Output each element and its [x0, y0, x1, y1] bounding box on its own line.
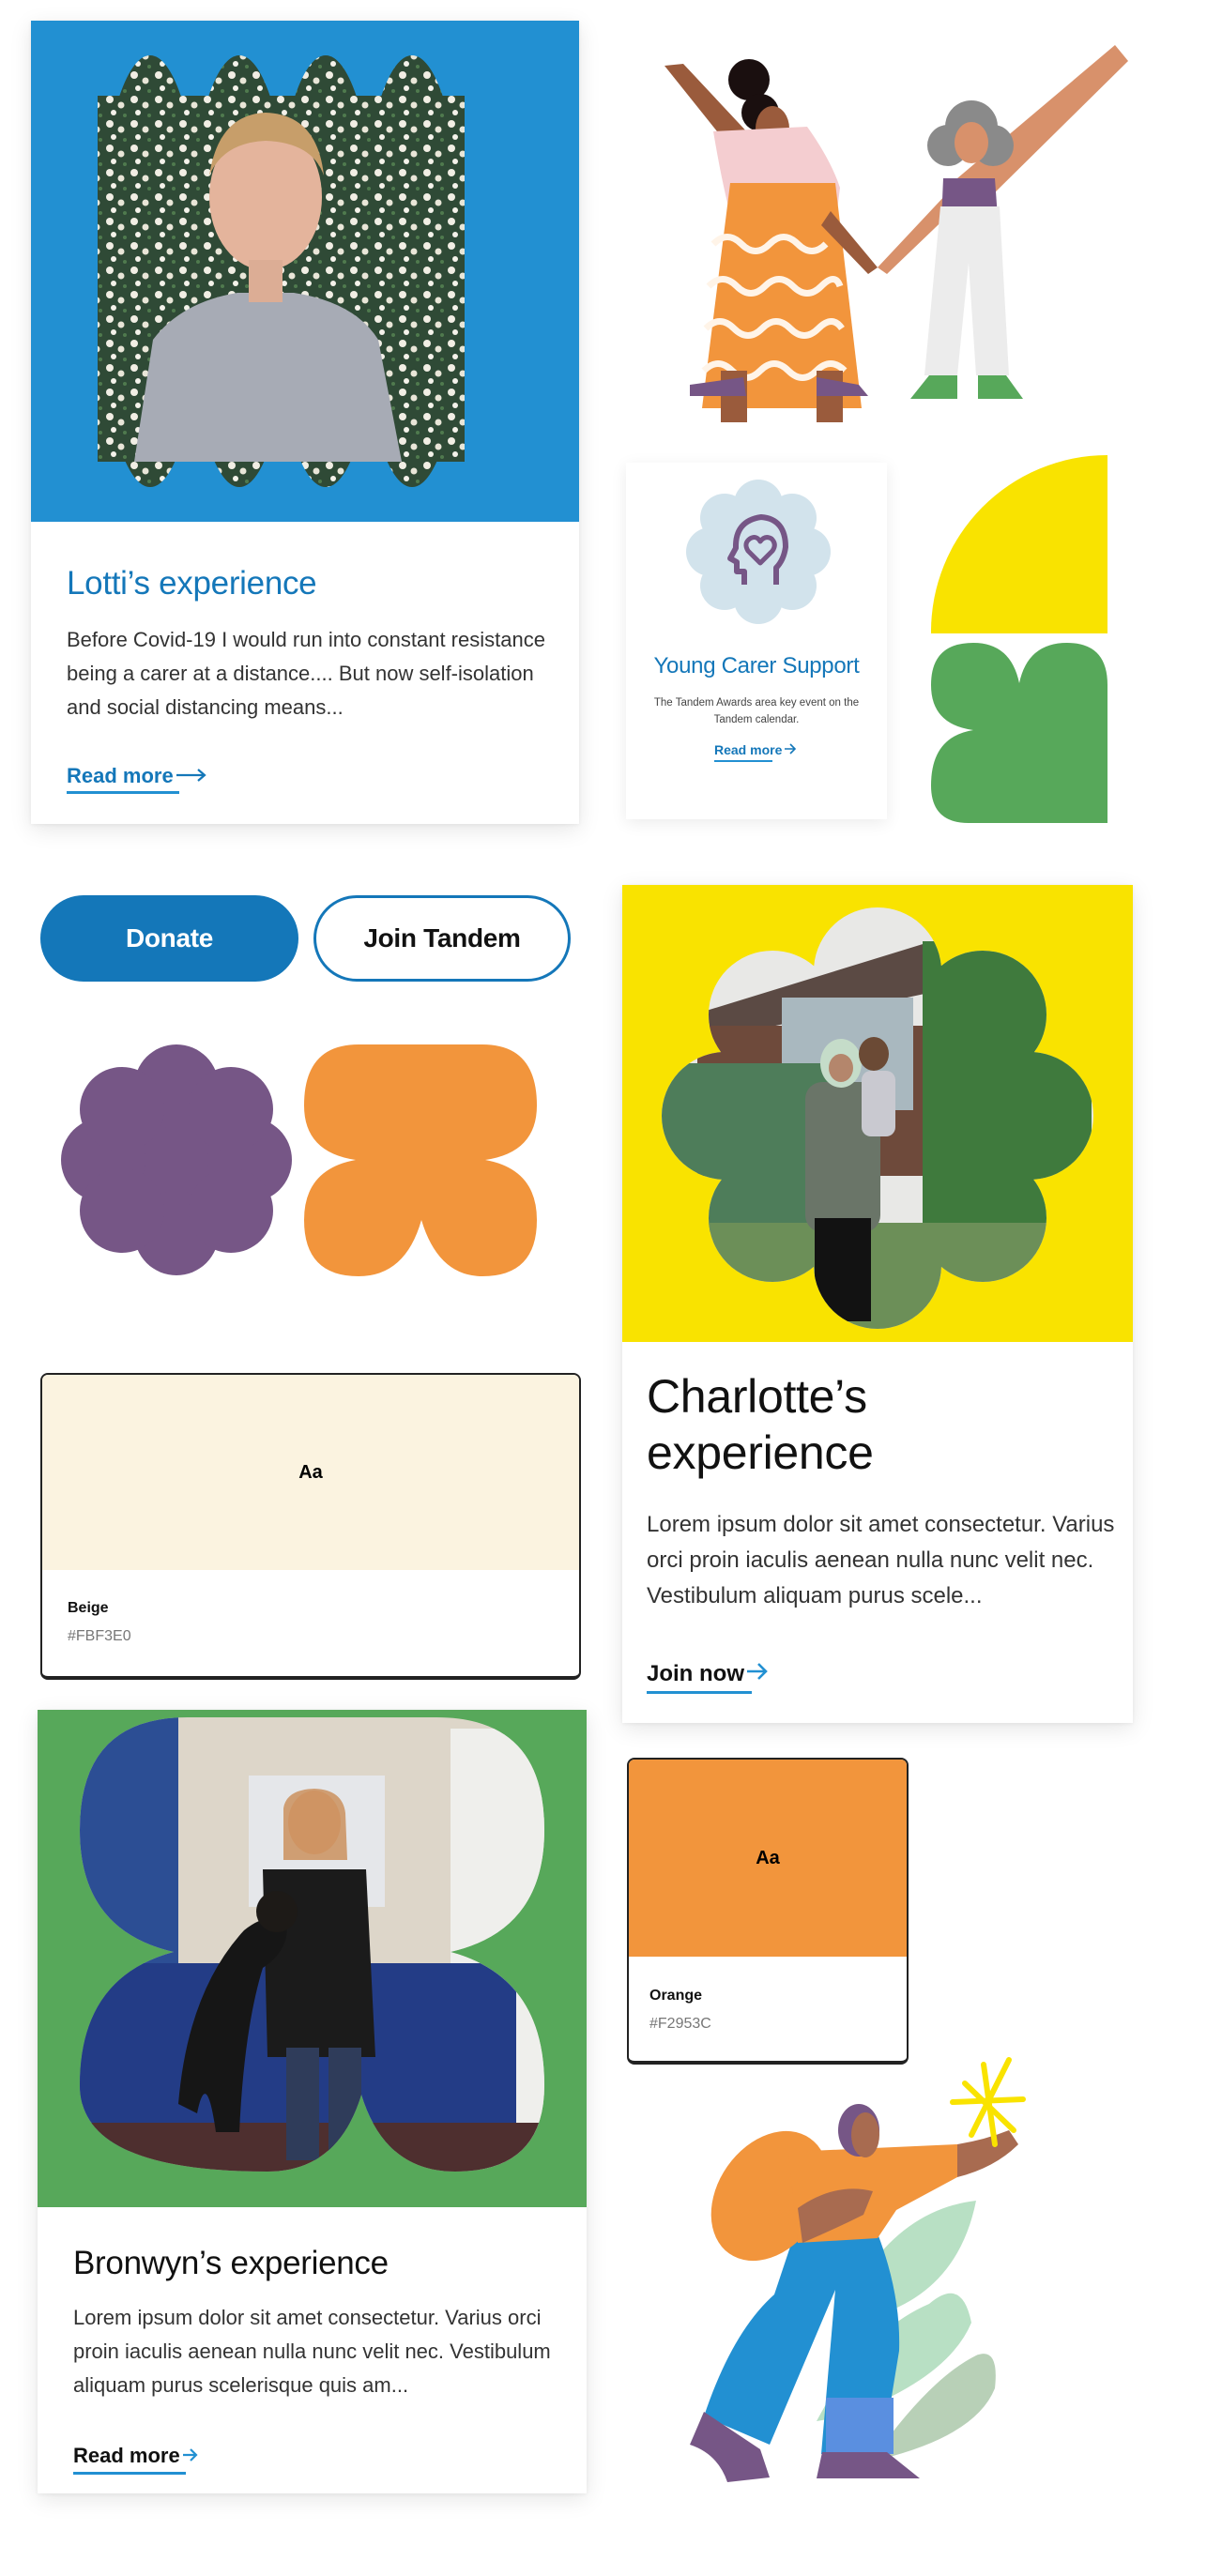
purple-flower-shape: [61, 1044, 292, 1275]
charlotte-photo: [662, 907, 1093, 1329]
young-carer-read-more-link[interactable]: Read more: [714, 742, 797, 762]
lotti-photo: [98, 55, 465, 487]
link-underline: [73, 2472, 186, 2475]
join-tandem-button[interactable]: Join Tandem: [313, 895, 571, 982]
donate-button[interactable]: Donate: [40, 895, 298, 982]
head-heart-icon: [686, 480, 831, 624]
young-carer-excerpt: The Tandem Awards area key event on the …: [653, 697, 860, 725]
man-with-star-illustration: [690, 2057, 1026, 2482]
arrow-right-icon: [746, 1661, 769, 1687]
story-card-charlotte: Charlotte’s experience Lorem ipsum dolor…: [622, 885, 1133, 1723]
swatch-hex: #FBF3E0: [68, 1628, 131, 1644]
bronwyn-photo: [80, 1717, 544, 2172]
link-underline: [67, 791, 179, 794]
bronwyn-photo-frame: [38, 1710, 587, 2207]
charlotte-join-now-link[interactable]: Join now: [647, 1661, 769, 1694]
story-card-bronwyn: Bronwyn’s experience Lorem ipsum dolor s…: [38, 1710, 587, 2493]
icon-flower-badge: [686, 480, 831, 624]
young-carer-read-more-label: Read more: [714, 742, 783, 757]
swatch-hex: #F2953C: [649, 2016, 711, 2032]
right-woman-trousers: [924, 206, 1009, 375]
yellow-quarter-circle-shape: [931, 455, 1107, 633]
bronwyn-read-more-label: Read more: [73, 2444, 180, 2467]
green-clover-shape: [931, 643, 1107, 823]
young-carer-card: Young Carer Support The Tandem Awards ar…: [626, 463, 887, 819]
lotti-read-more-link[interactable]: Read more: [67, 764, 207, 794]
decorative-shapes-column: [931, 455, 1107, 823]
arrow-right-icon: [176, 764, 207, 788]
link-underline: [647, 1691, 752, 1694]
orange-clover-shape: [304, 1044, 537, 1276]
charlotte-excerpt: Lorem ipsum dolor sit amet consectetur. …: [647, 1512, 1115, 1608]
swatch-sample: Aa: [629, 1760, 907, 1957]
story-card-lotti: Lotti’s experience Before Covid-19 I wou…: [31, 21, 579, 824]
two-women-illustration: [664, 45, 1128, 422]
sparkle-star-icon: [950, 2057, 1026, 2147]
link-underline: [714, 760, 772, 762]
charlotte-title: Charlotte’s experience: [647, 1370, 874, 1479]
swatch-name: Orange: [649, 1988, 703, 2004]
lotti-photo-frame: [31, 21, 579, 522]
lotti-excerpt: Before Covid-19 I would run into constan…: [67, 628, 545, 719]
bronwyn-read-more-link[interactable]: Read more: [73, 2444, 199, 2475]
color-swatch-beige: Aa Beige #FBF3E0: [40, 1373, 581, 1680]
arrow-right-icon: [784, 742, 797, 757]
lotti-title: Lotti’s experience: [67, 565, 317, 602]
color-swatch-orange: Aa Orange #F2953C: [627, 1758, 909, 2065]
charlotte-join-now-label: Join now: [647, 1661, 744, 1686]
charlotte-photo-frame: [622, 885, 1133, 1342]
lotti-read-more-label: Read more: [67, 764, 174, 787]
young-carer-title: Young Carer Support: [653, 653, 860, 678]
bronwyn-title: Bronwyn’s experience: [73, 2245, 389, 2281]
swatch-sample: Aa: [42, 1375, 579, 1570]
bronwyn-excerpt: Lorem ipsum dolor sit amet consectetur. …: [73, 2306, 551, 2397]
swatch-name: Beige: [68, 1600, 109, 1616]
arrow-right-icon: [182, 2444, 199, 2468]
